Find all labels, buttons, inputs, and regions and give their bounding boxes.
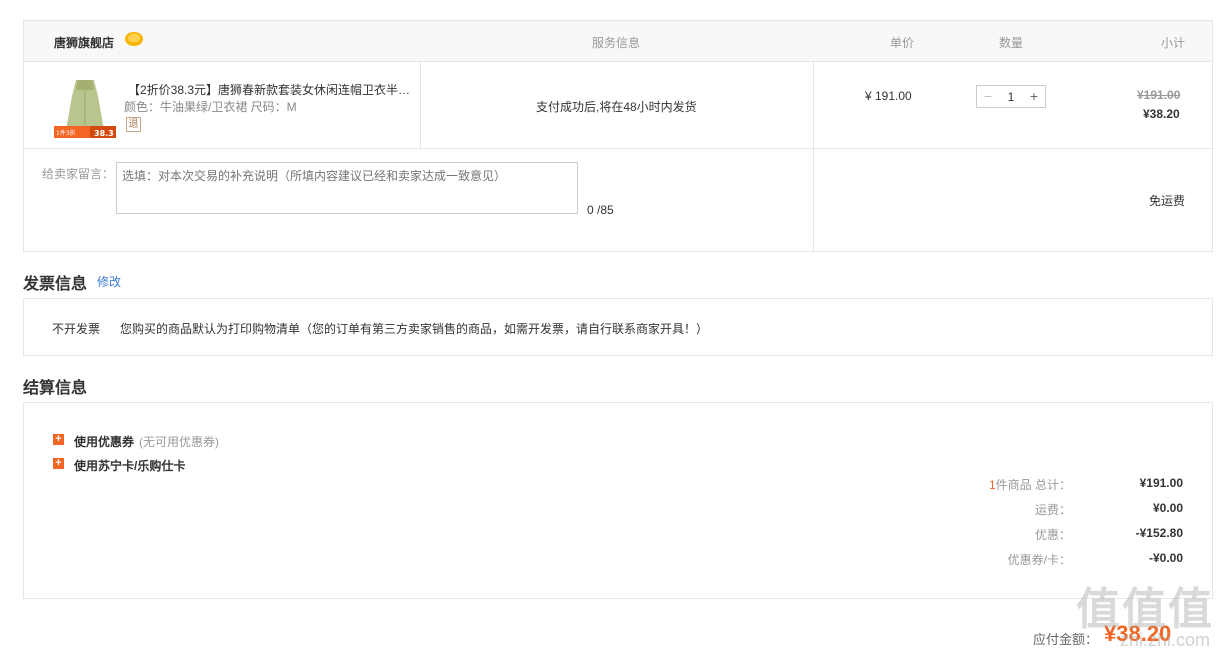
divider bbox=[813, 62, 814, 252]
divider bbox=[420, 62, 421, 148]
message-count: 0 /85 bbox=[587, 203, 614, 217]
service-info: 支付成功后,将在48小时内发货 bbox=[536, 100, 697, 114]
header-price: 单价 bbox=[890, 36, 915, 50]
thumb-tag-right: 38.3 bbox=[94, 129, 114, 138]
divider bbox=[24, 148, 1212, 149]
product-spec: 颜色：牛油果绿/卫衣裙 尺码：M bbox=[124, 100, 297, 114]
message-label: 给卖家留言： bbox=[42, 167, 115, 181]
discount-value: -¥152.80 bbox=[1135, 526, 1183, 540]
expand-coupon-icon[interactable]: + bbox=[53, 434, 64, 445]
invoice-edit-link[interactable]: 修改 bbox=[97, 273, 121, 290]
thumb-tag-left: 1件3折 bbox=[56, 129, 76, 137]
original-subtotal: ¥191.00 bbox=[1137, 88, 1181, 102]
store-badge-icon bbox=[125, 32, 143, 46]
return-badge: 退 bbox=[126, 117, 141, 132]
coupon-card-label: 优惠券/卡： bbox=[1007, 553, 1071, 567]
settlement-title: 结算信息 bbox=[23, 380, 88, 397]
discount-label: 优惠： bbox=[1034, 528, 1071, 542]
header-subtotal: 小计 bbox=[1161, 36, 1186, 50]
order-table-header: 唐狮旗舰店 服务信息 单价 数量 小计 bbox=[24, 21, 1212, 62]
expand-card-icon[interactable]: + bbox=[53, 458, 64, 469]
coupon-option[interactable]: 使用优惠券 bbox=[74, 433, 134, 450]
items-label: 件商品 总计： bbox=[995, 478, 1071, 492]
order-table: 唐狮旗舰店 服务信息 单价 数量 小计 1件3折 38.3 【2折价38.3元】… bbox=[23, 20, 1213, 252]
store-name[interactable]: 唐狮旗舰店 bbox=[54, 34, 114, 51]
coupon-card-value: -¥0.00 bbox=[1148, 551, 1183, 565]
watermark-logo: 值值值 bbox=[1076, 585, 1214, 634]
items-total-value: ¥191.00 bbox=[1139, 476, 1183, 490]
quantity-value[interactable]: 1 bbox=[1001, 90, 1021, 104]
items-count: 1 bbox=[988, 478, 996, 492]
invoice-description: 您购买的商品默认为打印购物清单（您的订单有第三方卖家销售的商品，如需开发票，请自… bbox=[120, 322, 709, 336]
unit-price: ¥ 191.00 bbox=[865, 89, 912, 103]
shipping-label: 运费： bbox=[1034, 503, 1071, 517]
settlement-box: + 使用优惠券 (无可用优惠券) + 使用苏宁卡/乐购仕卡 1件商品 总计： ¥… bbox=[23, 402, 1213, 599]
coupon-note: (无可用优惠券) bbox=[139, 435, 219, 449]
invoice-title: 发票信息 bbox=[23, 276, 88, 293]
header-service: 服务信息 bbox=[592, 36, 641, 50]
quantity-stepper[interactable]: − 1 + bbox=[976, 85, 1046, 108]
subtotal: ¥38.20 bbox=[1143, 107, 1180, 121]
invoice-box: 不开发票 您购买的商品默认为打印购物清单（您的订单有第三方卖家销售的商品，如需开… bbox=[23, 298, 1213, 356]
message-input[interactable] bbox=[116, 162, 578, 214]
card-option[interactable]: 使用苏宁卡/乐购仕卡 bbox=[74, 457, 185, 474]
product-thumbnail[interactable]: 1件3折 38.3 bbox=[54, 76, 116, 138]
invoice-type: 不开发票 bbox=[52, 322, 101, 336]
shipping-fee: 免运费 bbox=[1149, 194, 1186, 208]
watermark-site: zhi.zhi.com bbox=[1119, 630, 1210, 650]
plus-icon[interactable]: + bbox=[1027, 88, 1041, 105]
header-quantity: 数量 bbox=[999, 36, 1024, 50]
minus-icon[interactable]: − bbox=[981, 88, 995, 105]
shipping-value: ¥0.00 bbox=[1152, 501, 1183, 515]
items-total-label: 1件商品 总计： bbox=[931, 476, 1071, 493]
product-name[interactable]: 【2折价38.3元】唐狮春新款套装女休闲连帽卫衣半… bbox=[128, 81, 418, 98]
